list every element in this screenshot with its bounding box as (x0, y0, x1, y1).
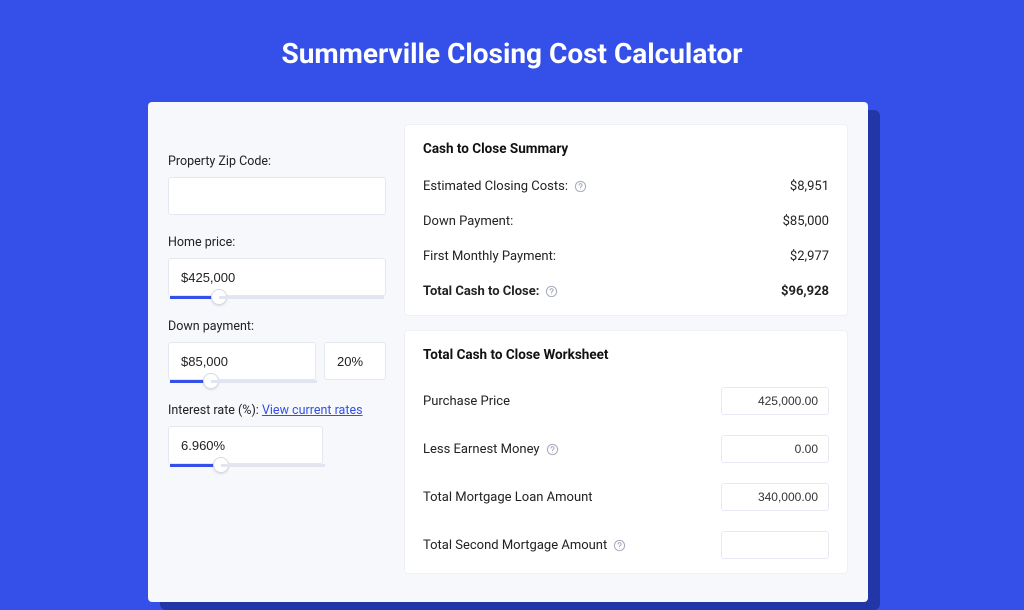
help-icon[interactable] (545, 285, 558, 298)
summary-value: $85,000 (783, 214, 829, 229)
zip-input[interactable] (168, 177, 386, 215)
page-title: Summerville Closing Cost Calculator (0, 0, 1024, 98)
worksheet-title: Total Cash to Close Worksheet (423, 347, 829, 363)
summary-value: $8,951 (790, 179, 829, 194)
worksheet-input[interactable] (721, 387, 829, 415)
worksheet-panel: Total Cash to Close Worksheet Purchase P… (404, 330, 848, 574)
calculator-card: Property Zip Code: Home price: Down paym… (148, 102, 868, 602)
worksheet-row: Total Second Mortgage Amount (423, 521, 829, 569)
help-icon[interactable] (546, 443, 559, 456)
results-column: Cash to Close Summary Estimated Closing … (404, 124, 848, 602)
field-down-payment: Down payment: (168, 319, 386, 383)
field-interest-rate: Interest rate (%): View current rates (168, 403, 386, 467)
worksheet-row: Purchase Price (423, 377, 829, 425)
summary-value: $2,977 (790, 249, 829, 264)
worksheet-label: Purchase Price (423, 394, 510, 409)
worksheet-label: Less Earnest Money (423, 442, 540, 457)
worksheet-row: Less Earnest Money (423, 425, 829, 473)
worksheet-label: Total Mortgage Loan Amount (423, 490, 593, 505)
summary-label: Total Cash to Close: (423, 284, 539, 299)
help-icon[interactable] (613, 539, 626, 552)
summary-row: Estimated Closing Costs: $8,951 (423, 171, 829, 206)
worksheet-label: Total Second Mortgage Amount (423, 538, 607, 553)
inputs-column: Property Zip Code: Home price: Down paym… (168, 124, 386, 602)
worksheet-input[interactable] (721, 483, 829, 511)
summary-label: Down Payment: (423, 214, 513, 229)
summary-value: $96,928 (781, 284, 829, 299)
down-payment-input[interactable] (168, 342, 316, 380)
home-price-label: Home price: (168, 235, 386, 250)
summary-row: First Monthly Payment: $2,977 (423, 241, 829, 276)
field-home-price: Home price: (168, 235, 386, 299)
interest-rate-slider[interactable] (170, 464, 325, 467)
interest-rate-input[interactable] (168, 426, 323, 464)
worksheet-input[interactable] (721, 435, 829, 463)
summary-title: Cash to Close Summary (423, 141, 829, 157)
interest-label: Interest rate (%): View current rates (168, 403, 386, 418)
summary-panel: Cash to Close Summary Estimated Closing … (404, 124, 848, 316)
help-icon[interactable] (574, 180, 587, 193)
field-zip: Property Zip Code: (168, 154, 386, 215)
summary-label: Estimated Closing Costs: (423, 179, 568, 194)
home-price-input[interactable] (168, 258, 386, 296)
slider-handle[interactable] (213, 457, 229, 473)
down-payment-pct-input[interactable] (324, 342, 386, 380)
summary-row-total: Total Cash to Close: $96,928 (423, 276, 829, 311)
worksheet-input[interactable] (721, 531, 829, 559)
home-price-slider[interactable] (170, 296, 384, 299)
zip-label: Property Zip Code: (168, 154, 386, 169)
slider-handle[interactable] (211, 289, 227, 305)
view-rates-link[interactable]: View current rates (262, 403, 363, 418)
summary-row: Down Payment: $85,000 (423, 206, 829, 241)
down-payment-label: Down payment: (168, 319, 386, 334)
interest-label-text: Interest rate (%): (168, 403, 262, 418)
worksheet-row: Total Mortgage Loan Amount (423, 473, 829, 521)
down-payment-slider[interactable] (170, 380, 317, 383)
summary-label: First Monthly Payment: (423, 249, 556, 264)
slider-handle[interactable] (203, 373, 219, 389)
